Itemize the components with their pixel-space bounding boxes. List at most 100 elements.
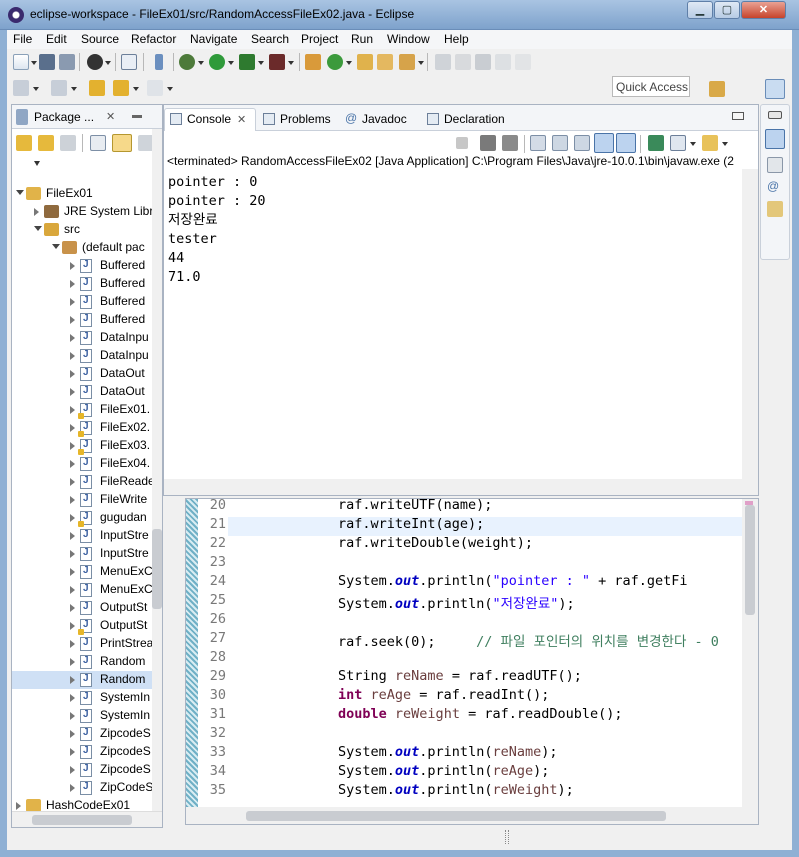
- up-nav-icon[interactable]: [60, 135, 76, 151]
- link-with-editor-icon[interactable]: [112, 134, 132, 152]
- last-edit-icon[interactable]: [89, 80, 105, 96]
- menu-file[interactable]: File: [13, 32, 32, 46]
- collapsed-chevron-icon[interactable]: [70, 280, 75, 288]
- menu-source[interactable]: Source: [81, 32, 119, 46]
- mark-occurrences-icon[interactable]: [435, 54, 451, 70]
- tree-item[interactable]: Buffered: [12, 293, 152, 311]
- tab-problems[interactable]: Problems: [258, 109, 338, 129]
- whitespace-icon[interactable]: [475, 54, 491, 70]
- code-line[interactable]: System.out.println("pointer : " + raf.ge…: [338, 573, 688, 589]
- coverage-icon[interactable]: [239, 54, 255, 70]
- close-icon[interactable]: ✕: [237, 113, 246, 126]
- next-annotation-icon[interactable]: [13, 80, 29, 96]
- close-window-button[interactable]: ✕: [741, 1, 786, 19]
- open-type-icon[interactable]: [357, 54, 373, 70]
- open-console-icon[interactable]: [702, 135, 718, 151]
- collapsed-chevron-icon[interactable]: [70, 568, 75, 576]
- console-toggle-icon[interactable]: [121, 54, 137, 70]
- collapse-all-icon[interactable]: [90, 135, 106, 151]
- code-line[interactable]: System.out.println(reWeight);: [338, 782, 574, 798]
- tree-item[interactable]: DataOut: [12, 383, 152, 401]
- view-menu-chevron-icon[interactable]: [34, 161, 40, 166]
- scroll-lock-icon[interactable]: [552, 135, 568, 151]
- tree-item[interactable]: PrintStrea: [12, 635, 153, 653]
- tree-item[interactable]: DataInpu: [12, 329, 152, 347]
- forward-icon[interactable]: [147, 80, 163, 96]
- tree-item[interactable]: Random: [12, 653, 152, 671]
- code-line[interactable]: raf.seek(0); // 파일 포인터의 위치를 변경한다 - 0: [338, 630, 719, 650]
- tree-item[interactable]: InputStre: [12, 527, 152, 545]
- splitter-handle[interactable]: [505, 830, 509, 844]
- menu-run[interactable]: Run: [351, 32, 373, 46]
- new-class-icon[interactable]: [305, 54, 321, 70]
- code-line[interactable]: raf.writeDouble(weight);: [338, 535, 533, 551]
- java-editor[interactable]: raf.writeUTF(name); raf.writeInt(age); raf…: [185, 498, 759, 825]
- code-line[interactable]: System.out.println("저장완료");: [338, 592, 575, 612]
- tree-item[interactable]: (default pac: [12, 239, 152, 257]
- code-line[interactable]: int reAge = raf.readInt();: [338, 687, 549, 703]
- save-icon[interactable]: [39, 54, 55, 70]
- debug-icon[interactable]: [179, 54, 195, 70]
- problems-trim-icon[interactable]: [767, 157, 783, 173]
- pin-icon[interactable]: [155, 54, 163, 70]
- console-trim-icon[interactable]: [765, 129, 785, 149]
- collapsed-chevron-icon[interactable]: [70, 766, 75, 774]
- open-folder-icon[interactable]: [377, 54, 393, 70]
- remove-all-terminated-icon[interactable]: [502, 135, 518, 151]
- code-line[interactable]: System.out.println(reName);: [338, 744, 558, 760]
- package-explorer-vertical-scrollbar[interactable]: [152, 129, 162, 811]
- save-all-icon[interactable]: [59, 54, 75, 70]
- block-selection-icon[interactable]: [495, 54, 511, 70]
- tree-item[interactable]: OutputSt: [12, 599, 152, 617]
- tree-item[interactable]: SystemIn: [12, 707, 152, 725]
- tree-item[interactable]: JRE System Libr: [12, 203, 153, 221]
- collapsed-chevron-icon[interactable]: [70, 694, 75, 702]
- package-explorer-tab[interactable]: Package ... ✕: [12, 105, 162, 129]
- tree-item[interactable]: SystemIn: [12, 689, 152, 707]
- tree-item[interactable]: ZipCodeS: [12, 779, 153, 797]
- tree-item[interactable]: Buffered: [12, 257, 152, 275]
- tree-item[interactable]: MenuExC: [12, 581, 153, 599]
- open-perspective-icon[interactable]: [709, 81, 725, 97]
- tree-item[interactable]: ZipcodeS: [12, 743, 152, 761]
- new-wizard-icon[interactable]: [327, 54, 343, 70]
- collapsed-chevron-icon[interactable]: [70, 550, 75, 558]
- tab-declaration[interactable]: Declaration: [422, 109, 506, 129]
- collapsed-chevron-icon[interactable]: [70, 532, 75, 540]
- tab-console[interactable]: Console ✕: [164, 108, 256, 131]
- collapsed-chevron-icon[interactable]: [16, 802, 21, 810]
- menu-window[interactable]: Window: [387, 32, 430, 46]
- tree-item[interactable]: gugudan: [12, 509, 152, 527]
- tree-item[interactable]: Random: [12, 671, 152, 689]
- back-nav-icon[interactable]: [16, 135, 32, 151]
- collapsed-chevron-icon[interactable]: [34, 208, 39, 216]
- expanded-chevron-icon[interactable]: [34, 226, 42, 231]
- minimize-view-icon[interactable]: [732, 112, 744, 120]
- back-icon[interactable]: [113, 80, 129, 96]
- minimize-button[interactable]: ▁: [687, 1, 713, 19]
- quick-access-field[interactable]: Quick Access: [612, 76, 690, 97]
- maximize-button[interactable]: ▢: [714, 1, 740, 19]
- new-icon[interactable]: [13, 54, 29, 70]
- code-line[interactable]: raf.writeInt(age);: [338, 516, 484, 532]
- tree-item[interactable]: FileEx01.: [12, 401, 152, 419]
- restore-icon[interactable]: [768, 111, 782, 119]
- collapsed-chevron-icon[interactable]: [70, 640, 75, 648]
- menu-search[interactable]: Search: [251, 32, 289, 46]
- tree-item[interactable]: FileEx04.: [12, 455, 152, 473]
- remove-launch-icon[interactable]: [480, 135, 496, 151]
- search-icon[interactable]: [399, 54, 415, 70]
- collapsed-chevron-icon[interactable]: [70, 496, 75, 504]
- tree-item[interactable]: ZipcodeS: [12, 725, 152, 743]
- collapsed-chevron-icon[interactable]: [70, 334, 75, 342]
- collapsed-chevron-icon[interactable]: [70, 298, 75, 306]
- collapsed-chevron-icon[interactable]: [70, 676, 75, 684]
- collapsed-chevron-icon[interactable]: [70, 478, 75, 486]
- menu-refactor[interactable]: Refactor: [131, 32, 176, 46]
- pin-console-icon[interactable]: [648, 135, 664, 151]
- terminate-icon[interactable]: [456, 137, 468, 149]
- collapsed-chevron-icon[interactable]: [70, 262, 75, 270]
- tree-item[interactable]: FileReade: [12, 473, 155, 491]
- collapsed-chevron-icon[interactable]: [70, 748, 75, 756]
- javadoc-trim-icon[interactable]: @: [767, 179, 783, 195]
